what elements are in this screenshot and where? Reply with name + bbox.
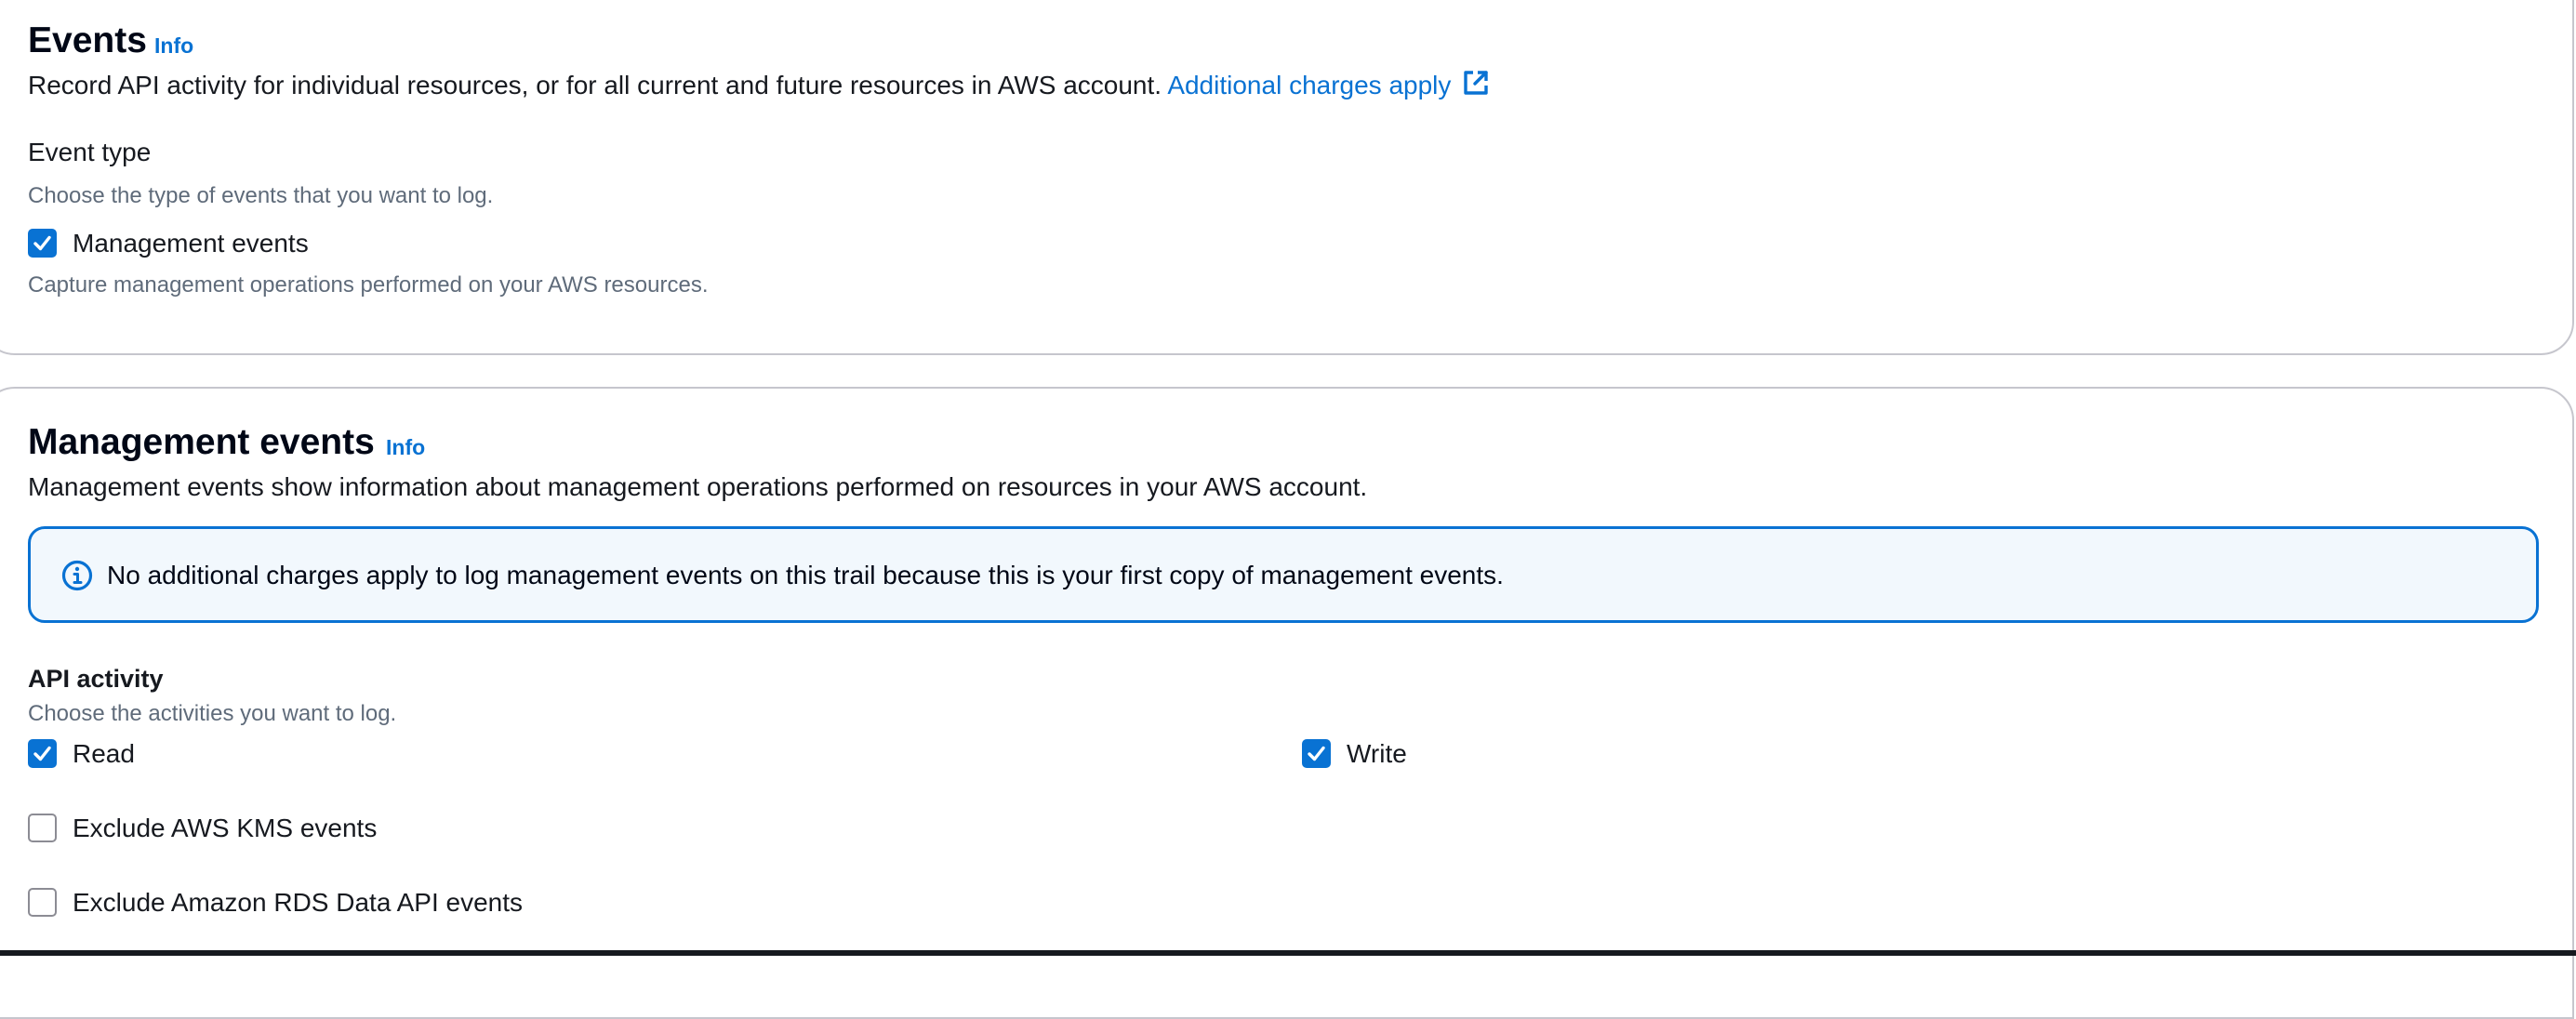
management-events-info-link[interactable]: Info: [386, 435, 425, 460]
info-alert: No additional charges apply to log manag…: [28, 526, 2539, 623]
management-events-checkbox-label[interactable]: Management events: [73, 229, 309, 258]
management-events-description: Capture management operations performed …: [28, 272, 709, 298]
api-activity-label: API activity: [28, 665, 164, 693]
checkmark-icon: [33, 235, 51, 251]
management-events-title: Management events: [28, 422, 375, 462]
checkmark-icon: [33, 746, 51, 761]
exclude-rds-checkbox[interactable]: [28, 888, 57, 917]
api-activity-hint: Choose the activities you want to log.: [28, 701, 397, 726]
exclude-kms-checkbox-label[interactable]: Exclude AWS KMS events: [73, 814, 377, 843]
write-checkbox[interactable]: [1302, 739, 1331, 768]
external-link-icon[interactable]: [1462, 69, 1490, 103]
events-description: Record API activity for individual resou…: [28, 69, 1490, 103]
additional-charges-link[interactable]: Additional charges apply: [1167, 71, 1490, 99]
additional-charges-link-text[interactable]: Additional charges apply: [1167, 71, 1451, 99]
events-title: Events: [28, 20, 147, 60]
events-info-link[interactable]: Info: [154, 33, 193, 59]
checkmark-icon: [1308, 746, 1325, 761]
exclude-kms-checkbox[interactable]: [28, 814, 57, 842]
management-events-checkbox[interactable]: [28, 229, 57, 258]
info-alert-text: No additional charges apply to log manag…: [107, 561, 1504, 589]
exclude-rds-checkbox-label[interactable]: Exclude Amazon RDS Data API events: [73, 888, 523, 918]
read-checkbox[interactable]: [28, 739, 57, 768]
management-events-description-text: Management events show information about…: [28, 472, 1368, 501]
events-description-text: Record API activity for individual resou…: [28, 71, 1162, 99]
read-checkbox-label[interactable]: Read: [73, 739, 135, 769]
bottom-divider: [0, 950, 2576, 956]
info-circle-icon: [60, 559, 94, 597]
events-container: [0, 0, 2574, 355]
write-checkbox-label[interactable]: Write: [1347, 739, 1407, 769]
event-type-label: Event type: [28, 138, 152, 166]
event-type-hint: Choose the type of events that you want …: [28, 183, 494, 208]
